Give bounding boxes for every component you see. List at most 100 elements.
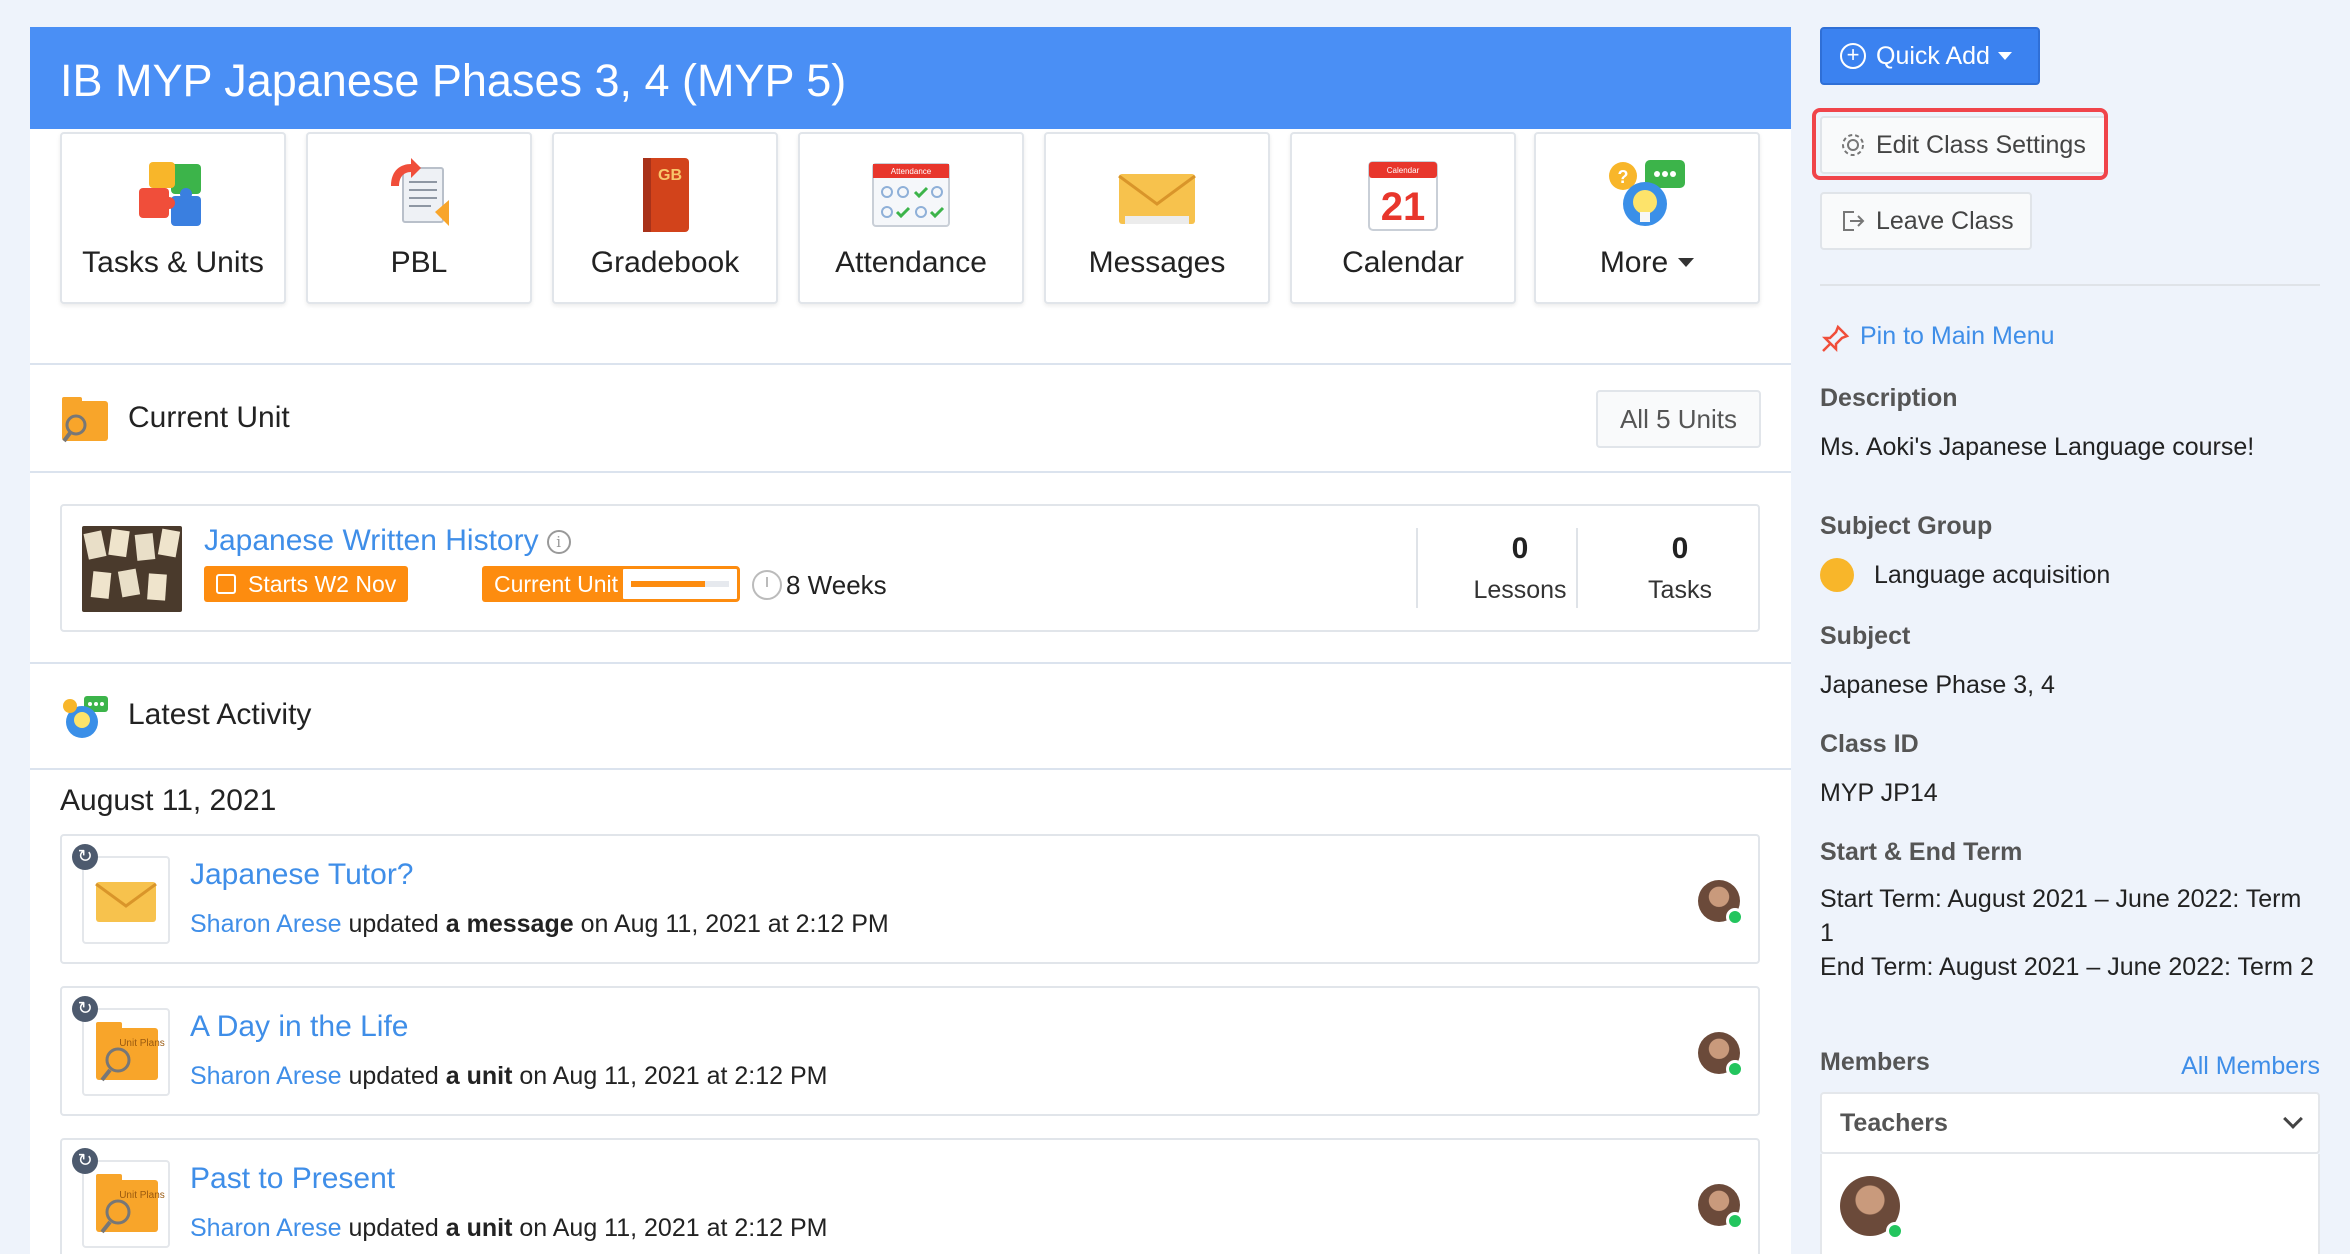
tile-more[interactable]: ? More [1534, 132, 1760, 304]
pbl-document-icon [391, 158, 449, 226]
activity-verb: updated [341, 1214, 446, 1242]
activity-user[interactable]: Sharon Arese [190, 910, 342, 938]
description-value: Ms. Aoki's Japanese Language course! [1820, 433, 2255, 461]
subject-label: Subject [1820, 622, 1911, 650]
current-unit-card[interactable]: Japanese Written History i Starts W2 Nov … [60, 504, 1760, 632]
more-label: More [1599, 246, 1669, 279]
divider [1416, 528, 1418, 608]
tile-pbl[interactable]: PBL [306, 132, 532, 304]
tile-label: Attendance [835, 246, 987, 279]
calendar-day-number: 21 [1381, 185, 1426, 229]
tile-label: PBL [390, 246, 448, 279]
subject-value: Japanese Phase 3, 4 [1820, 671, 2055, 699]
progress-track [631, 581, 729, 587]
subject-group-row: Language acquisition [1820, 558, 2320, 592]
activity-time: on Aug 11, 2021 at 2:12 PM [512, 1214, 828, 1242]
unit-plans-folder-icon [62, 397, 108, 443]
divider [1576, 528, 1578, 608]
tile-calendar[interactable]: Calendar 21 Calendar [1290, 132, 1516, 304]
activity-title[interactable]: A Day in the Life [190, 1010, 408, 1044]
sync-icon: ↻ [72, 1148, 98, 1174]
activity-verb: updated [341, 1062, 446, 1090]
quick-add-button[interactable]: + Quick Add [1820, 27, 2040, 85]
online-status-dot [1726, 1060, 1744, 1078]
activity-title[interactable]: Past to Present [190, 1162, 395, 1196]
all-members-link[interactable]: All Members [2181, 1052, 2320, 1081]
tile-messages[interactable]: Messages [1044, 132, 1270, 304]
unit-duration: 8 Weeks [786, 570, 887, 600]
tile-gradebook[interactable]: GB Gradebook [552, 132, 778, 304]
language-acquisition-icon [1820, 558, 1854, 592]
subject-group-value: Language acquisition [1874, 561, 2111, 589]
pin-label: Pin to Main Menu [1860, 322, 2055, 350]
attendance-icon-text: Attendance [891, 167, 932, 176]
tasks-stat[interactable]: 0 Tasks [1600, 532, 1760, 605]
highlight-box [1812, 108, 2108, 180]
pin-to-main-menu-link[interactable]: Pin to Main Menu [1820, 322, 2055, 353]
activity-user[interactable]: Sharon Arese [190, 1214, 342, 1242]
current-unit-badge: Current Unit [482, 566, 630, 602]
all-units-button[interactable]: All 5 Units [1595, 390, 1761, 448]
activity-object: a unit [445, 1062, 513, 1090]
tasks-count: 0 [1671, 532, 1689, 565]
unit-title: Japanese Written History [204, 524, 539, 557]
avatar[interactable] [1698, 1032, 1744, 1078]
activity-description: Sharon Arese updated a unit on Aug 11, 2… [190, 1214, 828, 1243]
divider [1820, 284, 2320, 286]
progress-fill [631, 581, 705, 587]
tile-label: Calendar [1342, 246, 1464, 279]
tile-tasks-units[interactable]: Tasks & Units [60, 132, 286, 304]
pin-icon [1821, 324, 1850, 353]
unit-thumbnail [82, 526, 182, 612]
current-unit-heading: Current Unit [128, 401, 290, 434]
tasks-label: Tasks [1648, 576, 1712, 604]
teachers-list [1820, 1154, 2320, 1254]
class-title: IB MYP Japanese Phases 3, 4 (MYP 5) [30, 27, 1791, 129]
activity-description: Sharon Arese updated a unit on Aug 11, 2… [190, 1062, 828, 1091]
caret-down-icon [1678, 258, 1695, 267]
subject-group-label: Subject Group [1820, 512, 1993, 540]
tile-attendance[interactable]: Attendance Attendance [798, 132, 1024, 304]
more-chat-bulb-icon: ? [1609, 160, 1685, 226]
avatar[interactable] [1698, 1184, 1744, 1230]
clock-icon [752, 570, 782, 600]
online-status-dot [1726, 908, 1744, 926]
class-id-value: MYP JP14 [1820, 779, 1938, 807]
teachers-dropdown[interactable]: Teachers [1820, 1092, 2320, 1154]
quick-add-label: Quick Add [1876, 42, 1990, 70]
activity-title[interactable]: Japanese Tutor? [190, 858, 414, 892]
activity-item[interactable]: Unit Plans ↻ A Day in the Life Sharon Ar… [60, 986, 1760, 1116]
activity-object: a message [445, 910, 574, 938]
envelope-icon [1118, 174, 1196, 224]
end-term-value: End Term: August 2021 – June 2022: Term … [1820, 953, 2314, 981]
teachers-label: Teachers [1840, 1109, 1948, 1137]
tile-label: More [1536, 246, 1758, 280]
sync-icon: ↻ [72, 996, 98, 1022]
unit-plans-folder-icon: Unit Plans [82, 1008, 170, 1096]
activity-item[interactable]: ↻ Japanese Tutor? Sharon Arese updated a… [60, 834, 1760, 964]
activity-item[interactable]: Unit Plans ↻ Past to Present Sharon Ares… [60, 1138, 1760, 1254]
starts-badge: Starts W2 Nov [204, 566, 409, 602]
activity-time: on Aug 11, 2021 at 2:12 PM [512, 1062, 828, 1090]
activity-user[interactable]: Sharon Arese [190, 1062, 342, 1090]
svg-text:?: ? [1618, 167, 1629, 187]
current-unit-header: Current Unit All 5 Units [30, 365, 1791, 473]
unit-plans-icon-text: Unit Plans [119, 1190, 165, 1201]
envelope-icon [82, 856, 170, 944]
activity-chat-bulb-icon [63, 696, 108, 738]
calendar-icon-text: Calendar [1387, 166, 1420, 175]
sync-icon: ↻ [72, 844, 98, 870]
leave-class-button[interactable]: Leave Class [1820, 192, 2032, 250]
plus-circle-icon: + [1840, 43, 1866, 69]
activity-date: August 11, 2021 [60, 784, 277, 817]
online-status-dot [1886, 1222, 1904, 1240]
unit-title-link[interactable]: Japanese Written History i [204, 524, 571, 558]
gradebook-book-icon: GB [643, 158, 689, 232]
info-icon[interactable]: i [546, 530, 571, 554]
activity-object: a unit [445, 1214, 513, 1242]
unit-plans-folder-icon: Unit Plans [82, 1160, 170, 1248]
starts-label: Starts W2 Nov [248, 571, 397, 597]
avatar[interactable] [1840, 1176, 1904, 1240]
description-label: Description [1820, 384, 1958, 412]
avatar[interactable] [1698, 880, 1744, 926]
